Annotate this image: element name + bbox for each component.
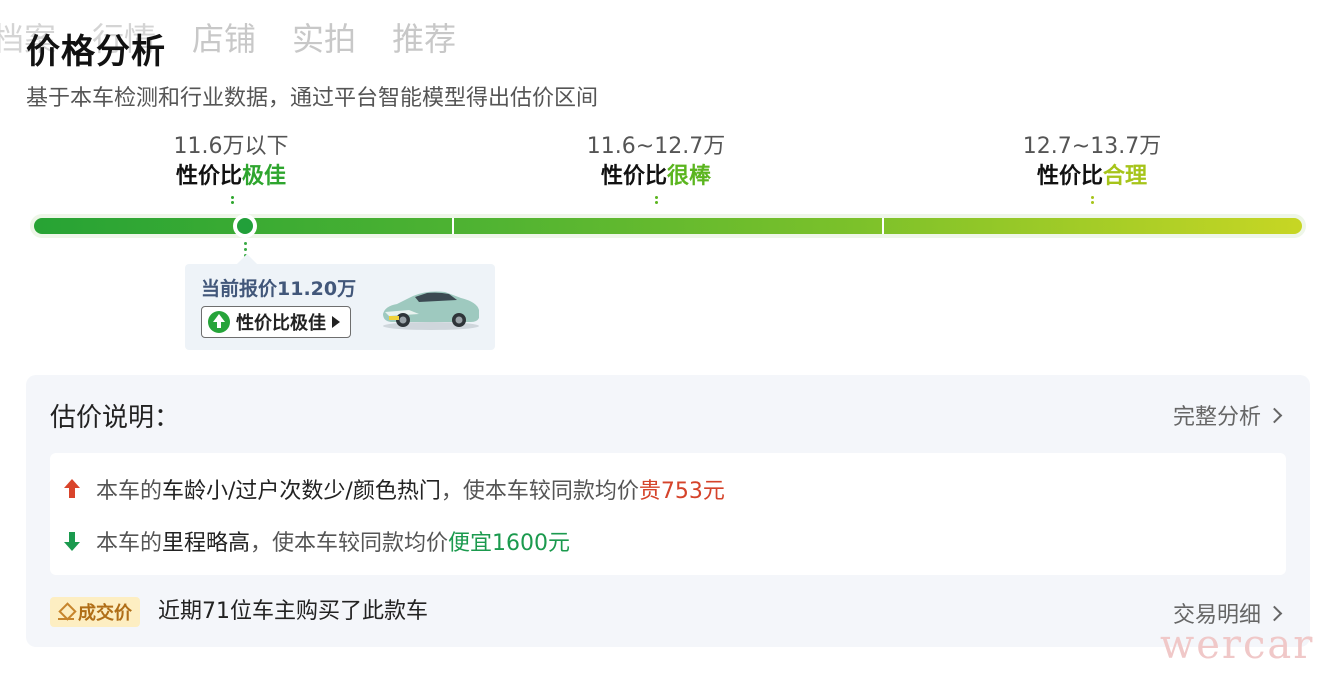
tier-grade: 很棒 — [667, 164, 712, 189]
tier-range: 12.7~13.7万 — [1022, 134, 1162, 159]
deal-price-badge: 成交价 — [50, 597, 140, 627]
tab-recommend[interactable]: 推荐 — [392, 14, 456, 60]
tier-great: 11.6~12.7万 性价比很棒 — [526, 132, 786, 192]
price-range-bar — [30, 214, 1306, 238]
tag-icon — [58, 604, 74, 620]
reason-effect: 便宜1600元 — [448, 531, 571, 556]
tier-range: 11.6万以下 — [173, 134, 289, 159]
price-range-gradient — [34, 218, 1302, 234]
tier-label-prefix: 性价比 — [175, 164, 242, 189]
deal-badge-label: 成交价 — [78, 603, 132, 624]
bar-separator — [882, 218, 884, 234]
tier-range: 11.6~12.7万 — [586, 134, 726, 159]
tier-fair: 12.7~13.7万 性价比合理 — [962, 132, 1222, 192]
tier-grade: 极佳 — [242, 164, 287, 189]
tier-label: 性价比极佳 — [101, 162, 361, 192]
reasons-list: 本车的 车龄小/过户次数少/颜色热门 ，使本车较同款均价 贵753元 本车的 里… — [50, 453, 1286, 575]
tier-tick — [654, 196, 658, 208]
tier-label: 性价比很棒 — [526, 162, 786, 192]
valuation-explanation-panel: 估价说明： 完整分析 本车的 车龄小/过户次数少/颜色热门 ，使本车较同款均价 … — [26, 375, 1310, 647]
up-circle-icon — [208, 311, 230, 333]
tier-excellent: 11.6万以下 性价比极佳 — [101, 132, 361, 192]
current-price-marker — [233, 214, 257, 238]
reason-prefix: 本车的 — [96, 479, 163, 504]
chevron-right-icon — [1266, 407, 1283, 423]
tier-label-prefix: 性价比 — [600, 164, 667, 189]
current-quote-label: 当前报价11.20万 — [201, 278, 357, 300]
tab-store[interactable]: 店铺 — [192, 14, 256, 60]
watermark-logo: wercar — [1160, 622, 1315, 668]
reason-prefix: 本车的 — [96, 531, 163, 556]
page-title: 价格分析 — [26, 32, 166, 72]
full-analysis-label: 完整分析 — [1172, 405, 1261, 430]
arrow-down-icon — [62, 530, 82, 552]
value-rating-button[interactable]: 性价比极佳 — [201, 306, 351, 338]
reason-effect: 贵753元 — [638, 479, 725, 504]
list-item: 本车的 车龄小/过户次数少/颜色热门 ，使本车较同款均价 贵753元 — [62, 473, 725, 505]
page-subtitle: 基于本车检测和行业数据，通过平台智能模型得出估价区间 — [26, 86, 599, 111]
panel-title: 估价说明： — [50, 403, 181, 433]
arrow-up-icon — [62, 478, 82, 500]
tier-grade: 合理 — [1103, 164, 1148, 189]
bar-separator — [452, 218, 454, 234]
tier-tick — [1090, 196, 1094, 208]
play-arrow-icon — [332, 316, 340, 328]
tier-label-prefix: 性价比 — [1036, 164, 1103, 189]
reason-factor: 里程略高 — [162, 531, 251, 556]
chevron-right-icon — [1266, 605, 1283, 621]
reason-middle: ，使本车较同款均价 — [250, 531, 449, 556]
car-thumbnail — [383, 291, 479, 330]
reason-middle: ，使本车较同款均价 — [440, 479, 639, 504]
value-rating-label: 性价比极佳 — [236, 313, 326, 334]
full-analysis-link[interactable]: 完整分析 — [1172, 399, 1283, 431]
list-item: 本车的 里程略高 ，使本车较同款均价 便宜1600元 — [62, 525, 570, 557]
tier-label: 性价比合理 — [962, 162, 1222, 192]
current-quote-card[interactable]: 当前报价11.20万 性价比极佳 — [185, 254, 495, 350]
tab-photos[interactable]: 实拍 — [292, 14, 356, 60]
deal-summary: 近期71位车主购买了此款车 — [158, 599, 428, 624]
reason-factor: 车龄小/过户次数少/颜色热门 — [162, 479, 441, 504]
tier-tick — [230, 196, 234, 208]
